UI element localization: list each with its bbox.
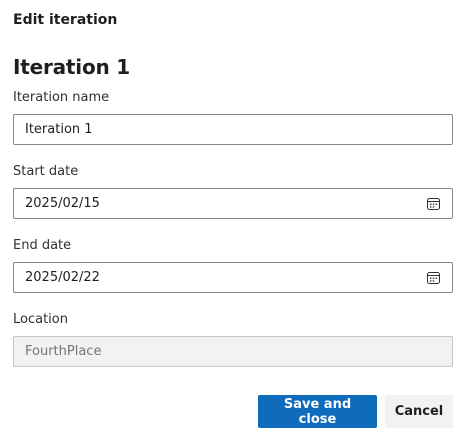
start-date-label: Start date bbox=[13, 164, 79, 179]
calendar-icon[interactable] bbox=[427, 272, 440, 284]
calendar-icon[interactable] bbox=[427, 198, 440, 210]
cancel-button[interactable]: Cancel bbox=[385, 395, 453, 428]
start-date-field[interactable] bbox=[13, 188, 453, 219]
end-date-input[interactable] bbox=[25, 263, 425, 292]
save-and-close-button[interactable]: Save and close bbox=[258, 395, 377, 428]
edit-iteration-dialog: Edit iteration Iteration 1 Iteration nam… bbox=[0, 0, 466, 437]
dialog-title: Edit iteration bbox=[13, 12, 118, 28]
iteration-name-input[interactable] bbox=[25, 115, 425, 144]
end-date-label: End date bbox=[13, 238, 72, 253]
end-date-field[interactable] bbox=[13, 262, 453, 293]
start-date-input[interactable] bbox=[25, 189, 425, 218]
iteration-heading: Iteration 1 bbox=[13, 55, 130, 79]
location-label: Location bbox=[13, 312, 68, 327]
location-field bbox=[13, 336, 453, 367]
iteration-name-label: Iteration name bbox=[13, 90, 110, 105]
location-input bbox=[25, 337, 425, 366]
iteration-name-field[interactable] bbox=[13, 114, 453, 145]
